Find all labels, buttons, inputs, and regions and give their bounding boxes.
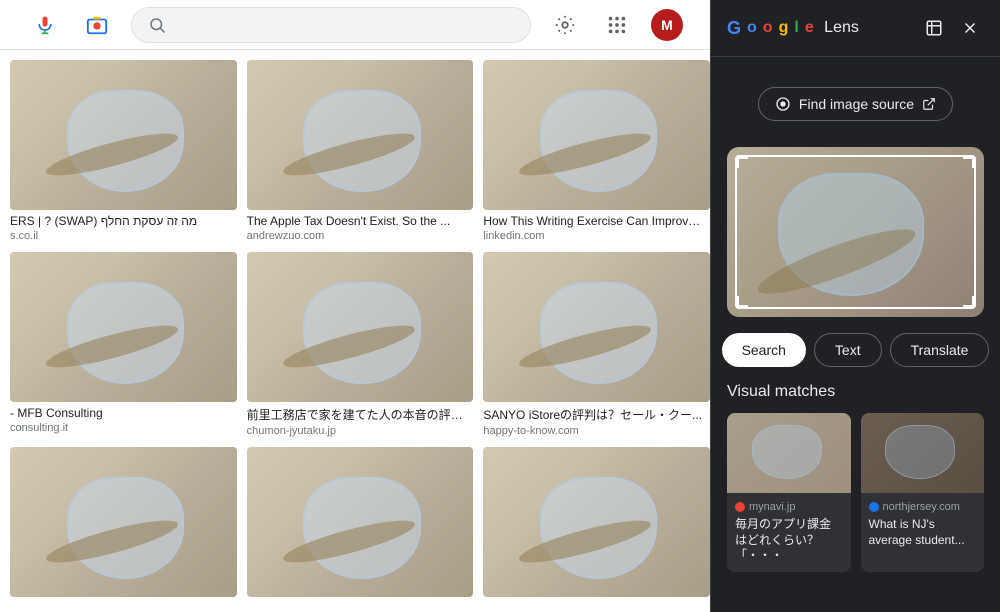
source-dot	[735, 502, 745, 512]
lens-header-icons	[920, 14, 984, 42]
item-source: andrewzuo.com	[247, 230, 474, 242]
list-item[interactable]: ERS | ? (SWAP) מה זה עסקת החלף s.co.il	[10, 60, 237, 242]
top-bar: M	[0, 0, 710, 50]
open-new-icon[interactable]	[920, 14, 948, 42]
match-desc: What is NJ's average student...	[869, 517, 977, 548]
preview-container	[727, 147, 984, 317]
item-source: chumon-jyutaku.jp	[247, 425, 474, 437]
visual-matches: Visual matches mynavi.jp 毎月のアプリ課金はどれくらい？…	[711, 383, 1000, 612]
item-title: The Apple Tax Doesn't Exist. So the ...	[247, 214, 467, 228]
lens-small-icon	[775, 96, 791, 112]
google-text: o	[747, 19, 757, 37]
match-thumb-dark	[861, 413, 985, 493]
item-source: happy-to-know.com	[483, 425, 710, 437]
match-info: mynavi.jp 毎月のアプリ課金はどれくらい？「・・・	[727, 493, 851, 572]
match-thumb	[727, 413, 851, 493]
match-card[interactable]: mynavi.jp 毎月のアプリ課金はどれくらい？「・・・	[727, 413, 851, 572]
google-g: G	[727, 18, 741, 39]
mic-icon[interactable]	[27, 7, 63, 43]
grid-row: - MFB Consulting consulting.it 前里工務店で家を建…	[10, 252, 710, 437]
visual-matches-title: Visual matches	[727, 383, 984, 401]
preview-image	[727, 147, 984, 317]
list-item[interactable]: 前里工務店で家を建てた人の本音の評判・... chumon-jyutaku.jp	[247, 252, 474, 437]
list-item[interactable]	[10, 447, 237, 597]
corner-bl	[736, 296, 748, 308]
text-button[interactable]: Text	[814, 333, 882, 367]
google-text5: e	[805, 19, 814, 37]
google-text2: o	[763, 19, 773, 37]
source-name: mynavi.jp	[749, 501, 795, 513]
corner-br	[963, 296, 975, 308]
external-link-icon	[922, 97, 936, 111]
list-item[interactable]	[247, 447, 474, 597]
item-source: s.co.il	[10, 230, 237, 242]
search-bar[interactable]	[131, 7, 531, 43]
camera-icon[interactable]	[79, 7, 115, 43]
source-dot-blue	[869, 502, 879, 512]
lens-header: G o o g l e Lens	[711, 0, 1000, 57]
corner-tl	[736, 156, 748, 168]
corner-tr	[963, 156, 975, 168]
list-item[interactable]: SANYO iStoreの評判は？セール・クー... happy-to-know…	[483, 252, 710, 437]
item-title: ERS | ? (SWAP) מה זה עסקת החלף	[10, 214, 230, 228]
item-title: - MFB Consulting	[10, 406, 230, 420]
google-text4: l	[794, 19, 798, 37]
settings-icon[interactable]	[547, 7, 583, 43]
item-title: How This Writing Exercise Can Improve ..…	[483, 214, 703, 228]
match-source: mynavi.jp	[735, 501, 843, 513]
image-grid: ERS | ? (SWAP) מה זה עסקת החלף s.co.il T…	[0, 50, 710, 612]
list-item[interactable]: - MFB Consulting consulting.it	[10, 252, 237, 437]
lens-logo: G o o g l e Lens	[727, 18, 859, 39]
list-item[interactable]: How This Writing Exercise Can Improve ..…	[483, 60, 710, 242]
match-info: northjersey.com What is NJ's average stu…	[861, 493, 985, 556]
close-icon[interactable]	[956, 14, 984, 42]
grid-row: ERS | ? (SWAP) מה זה עסקת החלף s.co.il T…	[10, 60, 710, 242]
grid-row	[10, 447, 710, 597]
lens-panel: G o o g l e Lens	[710, 0, 1000, 612]
search-icon	[148, 16, 166, 34]
search-button[interactable]: Search	[722, 333, 806, 367]
item-source: linkedin.com	[483, 230, 710, 242]
match-source: northjersey.com	[869, 501, 977, 513]
search-area: M ERS | ? (SWAP) מה זה עסקת החלף s.co.il…	[0, 0, 710, 612]
match-card[interactable]: northjersey.com What is NJ's average stu…	[861, 413, 985, 572]
apps-icon[interactable]	[599, 7, 635, 43]
match-desc: 毎月のアプリ課金はどれくらい？「・・・	[735, 517, 843, 564]
translate-button[interactable]: Translate	[890, 333, 990, 367]
google-text3: g	[779, 19, 789, 37]
source-name: northjersey.com	[883, 501, 960, 513]
action-buttons: Search Text Translate	[727, 333, 984, 367]
avatar[interactable]: M	[651, 9, 683, 41]
find-image-source-button[interactable]: Find image source	[758, 87, 953, 121]
item-title: 前里工務店で家を建てた人の本音の評判・...	[247, 406, 467, 423]
item-source: consulting.it	[10, 422, 237, 434]
selection-overlay	[735, 155, 976, 309]
find-source-label: Find image source	[799, 96, 914, 112]
lens-text: Lens	[820, 19, 859, 37]
list-item[interactable]	[483, 447, 710, 597]
list-item[interactable]: The Apple Tax Doesn't Exist. So the ... …	[247, 60, 474, 242]
match-cards: mynavi.jp 毎月のアプリ課金はどれくらい？「・・・ northjerse…	[727, 413, 984, 572]
item-title: SANYO iStoreの評判は？セール・クー...	[483, 406, 703, 423]
